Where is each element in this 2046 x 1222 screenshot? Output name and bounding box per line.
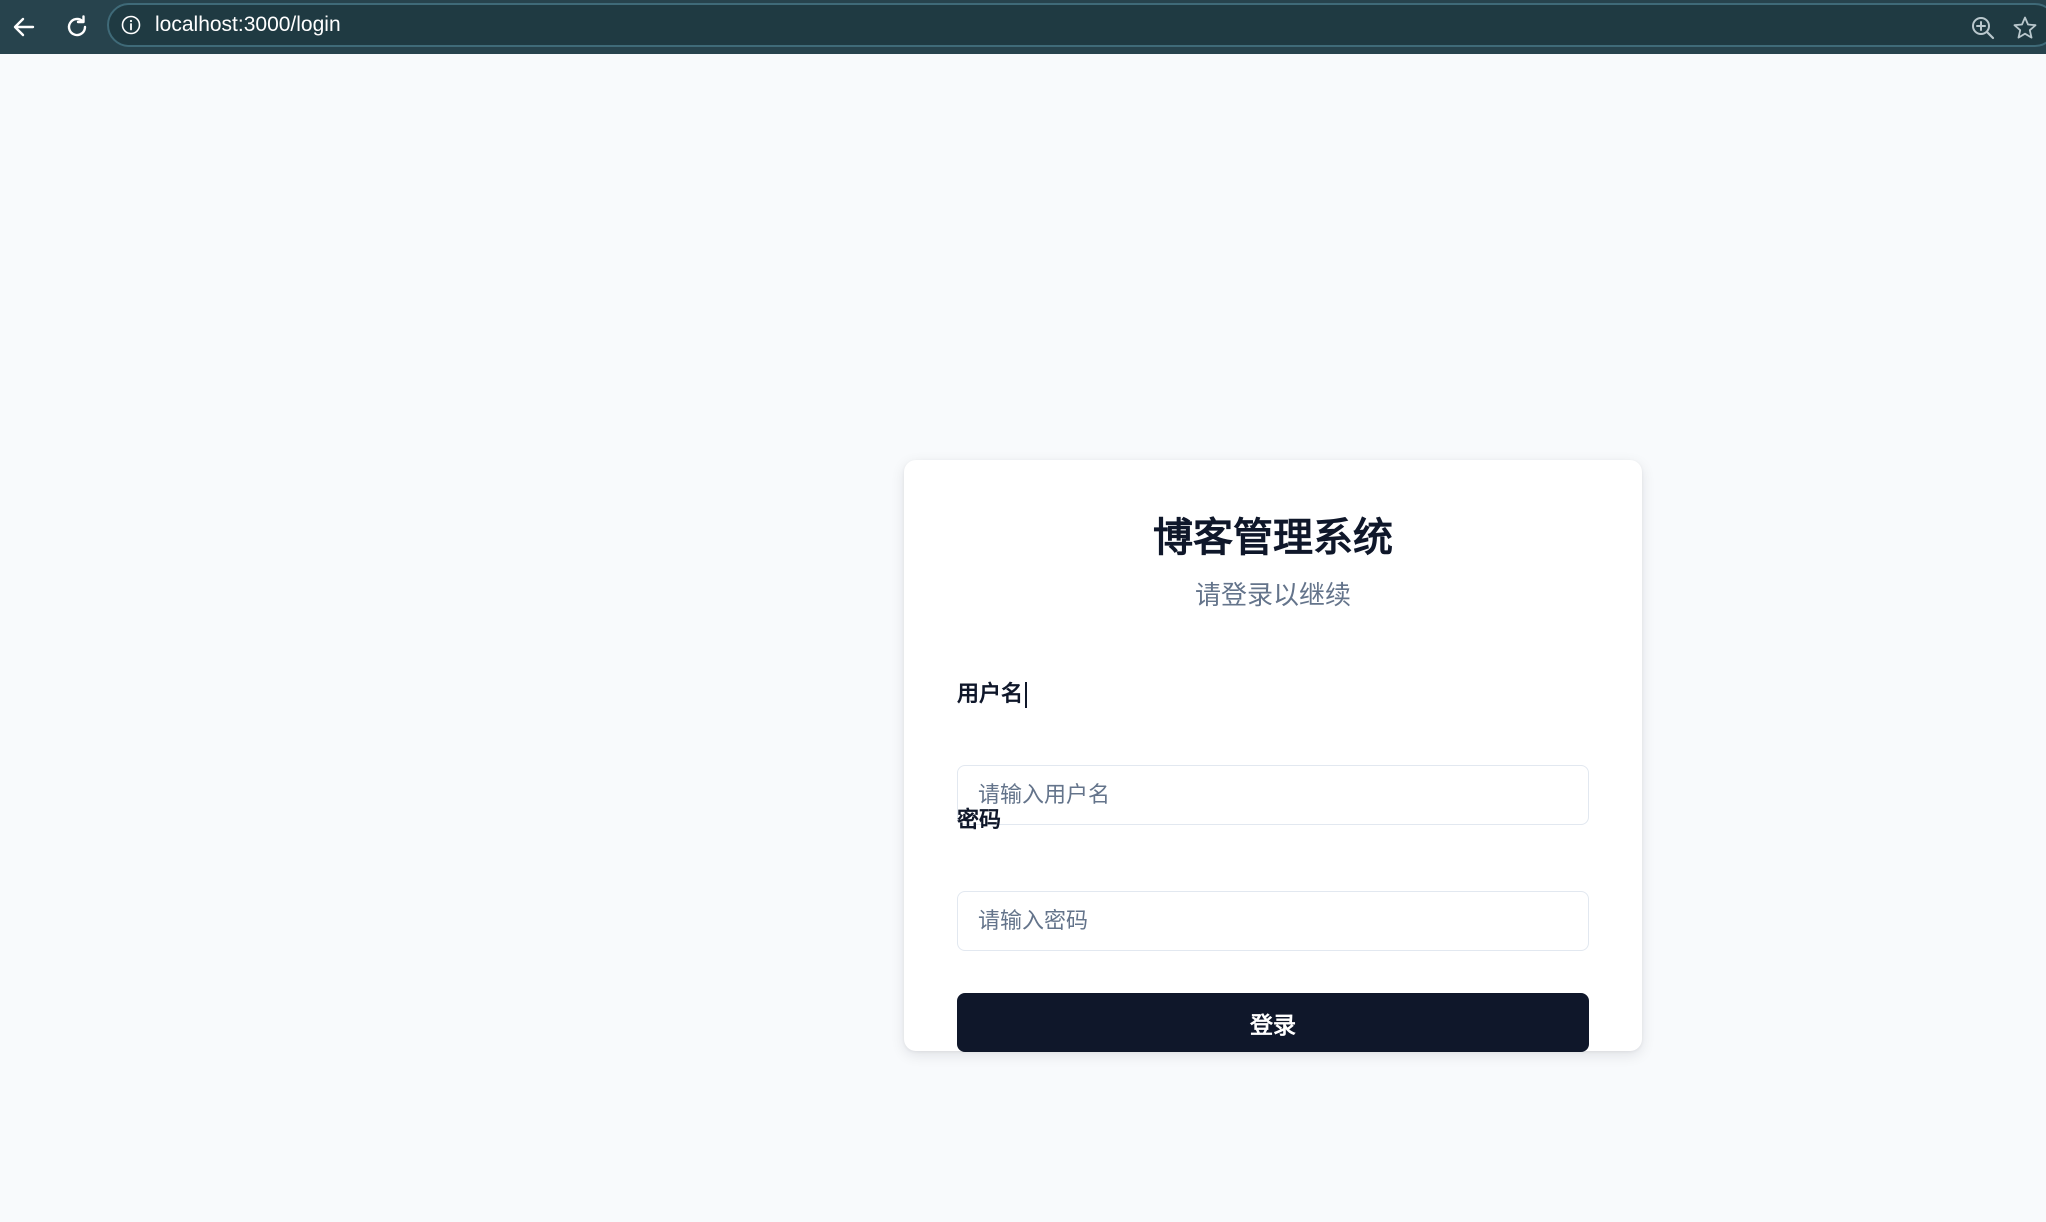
- password-input[interactable]: [957, 891, 1589, 951]
- username-input[interactable]: [957, 765, 1589, 825]
- zoom-in-icon: [1972, 17, 1995, 40]
- login-button[interactable]: 登录: [957, 993, 1589, 1052]
- star-icon: [2013, 16, 2037, 39]
- login-card: 博客管理系统 请登录以继续 用户名 密码 登录: [904, 460, 1642, 1052]
- zoom-button[interactable]: [1969, 14, 1997, 42]
- back-button[interactable]: [4, 7, 44, 47]
- username-label: 用户名: [957, 682, 1024, 707]
- password-label: 密码: [957, 808, 1002, 833]
- reload-icon: [67, 15, 87, 37]
- bookmark-button[interactable]: [2011, 14, 2039, 42]
- reload-button[interactable]: [57, 7, 97, 47]
- page-viewport: 博客管理系统 请登录以继续 用户名 密码 登录: [0, 54, 2046, 1222]
- address-bar[interactable]: localhost:3000/login: [107, 3, 2046, 47]
- page-subtitle: 请登录以继续: [1194, 581, 1351, 611]
- url-text[interactable]: localhost:3000/login: [155, 5, 341, 45]
- back-arrow-icon: [13, 17, 35, 37]
- text-cursor: [1025, 682, 1028, 708]
- page-title: 博客管理系统: [1153, 515, 1393, 561]
- username-label-row: 用户名: [957, 680, 1028, 710]
- info-icon[interactable]: [121, 15, 141, 35]
- browser-toolbar: localhost:3000/login: [0, 0, 2046, 54]
